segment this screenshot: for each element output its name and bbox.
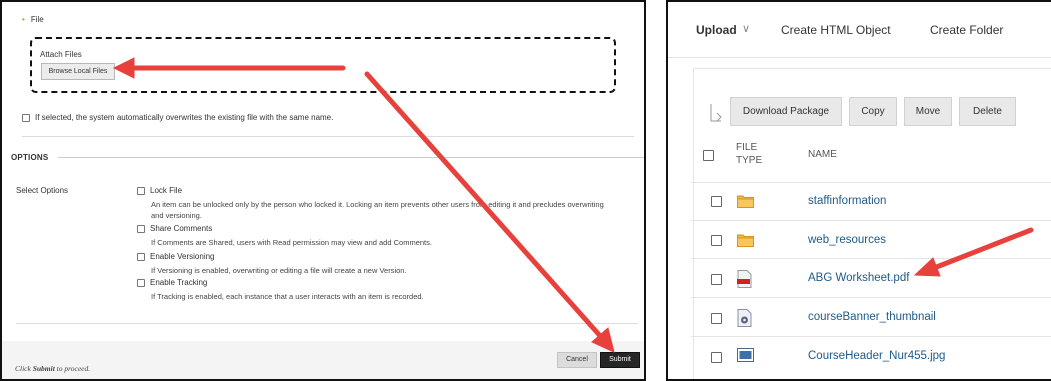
row-checkbox[interactable] xyxy=(711,235,722,246)
enable-versioning-description: If Versioning is enabled, overwriting or… xyxy=(151,266,407,275)
divider xyxy=(16,323,638,324)
row-divider xyxy=(691,220,1051,221)
enable-tracking-label: Enable Tracking xyxy=(150,278,208,287)
file-type-header-line1: FILE xyxy=(736,142,758,153)
indent-arrow-icon xyxy=(710,104,722,122)
file-link-abg-worksheet[interactable]: ABG Worksheet.pdf xyxy=(808,272,909,284)
attach-files-highlight-box xyxy=(30,37,616,93)
row-divider xyxy=(691,336,1051,337)
select-all-checkbox[interactable] xyxy=(703,150,714,161)
overwrite-option-row[interactable]: If selected, the system automatically ov… xyxy=(22,113,333,122)
options-heading-rule xyxy=(58,157,644,158)
share-comments-option[interactable]: Share Comments xyxy=(137,224,212,233)
submit-button[interactable]: Submit xyxy=(600,352,640,368)
lock-file-checkbox[interactable] xyxy=(137,186,145,195)
file-link-staffinformation[interactable]: staffinformation xyxy=(808,195,886,207)
divider xyxy=(22,136,634,137)
share-comments-label: Share Comments xyxy=(150,224,213,233)
copy-button[interactable]: Copy xyxy=(849,97,897,126)
enable-versioning-checkbox[interactable] xyxy=(137,252,145,261)
move-button[interactable]: Move xyxy=(904,97,952,126)
lock-file-description: An item can be unlocked only by the pers… xyxy=(151,200,604,220)
required-marker: • xyxy=(22,15,25,24)
row-checkbox[interactable] xyxy=(711,196,722,207)
upload-menu[interactable]: Upload xyxy=(696,23,737,37)
enable-versioning-label: Enable Versioning xyxy=(150,252,215,261)
image-icon xyxy=(737,348,754,362)
row-checkbox[interactable] xyxy=(711,274,722,285)
overwrite-option-text: If selected, the system automatically ov… xyxy=(35,113,334,122)
enable-versioning-option[interactable]: Enable Versioning xyxy=(137,252,215,261)
lock-file-option[interactable]: Lock File xyxy=(137,186,182,195)
row-divider xyxy=(691,297,1051,298)
row-divider xyxy=(691,258,1051,259)
content-collection-panel: Upload ∨ Create HTML Object Create Folde… xyxy=(666,0,1051,381)
proceed-instruction: Click Submit to proceed. xyxy=(15,364,90,373)
create-folder-link[interactable]: Create Folder xyxy=(930,23,1003,37)
delete-button[interactable]: Delete xyxy=(959,97,1016,126)
upload-file-form-panel: • File Attach Files Browse Local Files If… xyxy=(0,0,646,381)
file-link-courseheader-nur455[interactable]: CourseHeader_Nur455.jpg xyxy=(808,350,945,362)
enable-tracking-checkbox[interactable] xyxy=(137,278,145,287)
row-divider xyxy=(691,182,1051,183)
row-checkbox[interactable] xyxy=(711,352,722,363)
gear-file-icon xyxy=(737,309,752,327)
proceed-bold: Submit xyxy=(32,364,55,373)
options-section-heading: OPTIONS xyxy=(11,153,49,162)
share-comments-description: If Comments are Shared, users with Read … xyxy=(151,238,432,247)
browse-local-files-button[interactable]: Browse Local Files xyxy=(41,63,115,80)
enable-tracking-description: If Tracking is enabled, each instance th… xyxy=(151,292,424,301)
file-link-coursebanner-thumbnail[interactable]: courseBanner_thumbnail xyxy=(808,311,936,323)
share-comments-checkbox[interactable] xyxy=(137,224,145,233)
row-checkbox[interactable] xyxy=(711,313,722,324)
action-bar: Upload ∨ Create HTML Object Create Folde… xyxy=(668,2,1051,58)
lock-file-label: Lock File xyxy=(150,186,183,195)
proceed-prefix: Click xyxy=(15,364,33,373)
overwrite-checkbox[interactable] xyxy=(22,113,30,122)
form-footer xyxy=(2,341,644,379)
file-type-column-header[interactable]: FILE TYPE xyxy=(736,141,762,167)
proceed-suffix: to proceed. xyxy=(54,364,91,373)
file-field-label: • File xyxy=(22,15,44,24)
file-type-header-line2: TYPE xyxy=(736,155,763,166)
file-label-text: File xyxy=(30,15,44,24)
select-options-label: Select Options xyxy=(16,186,69,195)
create-html-object-link[interactable]: Create HTML Object xyxy=(781,23,891,37)
folder-icon xyxy=(737,195,754,208)
pdf-icon xyxy=(737,270,752,288)
folder-icon xyxy=(737,234,754,247)
cancel-button[interactable]: Cancel xyxy=(557,352,597,368)
name-column-header[interactable]: NAME xyxy=(808,149,837,160)
download-package-button[interactable]: Download Package xyxy=(730,97,842,126)
file-link-web-resources[interactable]: web_resources xyxy=(808,234,886,246)
attach-files-label: Attach Files xyxy=(40,50,82,59)
enable-tracking-option[interactable]: Enable Tracking xyxy=(137,278,207,287)
chevron-down-icon[interactable]: ∨ xyxy=(742,22,750,35)
